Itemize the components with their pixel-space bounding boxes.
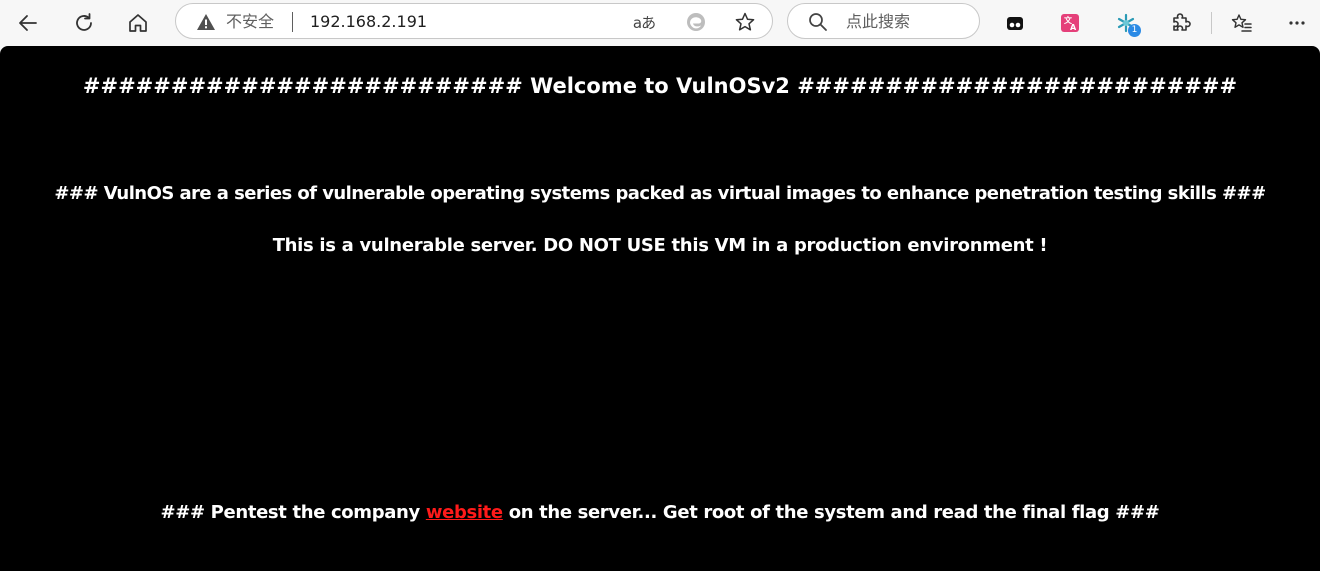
translator-extension-button[interactable]: 文 A	[1053, 6, 1087, 40]
read-aloud-icon: aあ	[632, 13, 656, 32]
toolbar-separator	[1211, 12, 1212, 34]
browser-toolbar: 不安全 192.168.2.191 aあ 点此搜索 文 A 1	[0, 0, 1320, 46]
extension-badge: 1	[1128, 24, 1141, 37]
back-arrow-icon	[19, 15, 37, 31]
page-content: ######################### Welcome to Vul…	[0, 46, 1320, 571]
search-box[interactable]	[787, 3, 980, 39]
back-button[interactable]	[11, 6, 45, 40]
home-icon	[129, 14, 147, 32]
favorites-button[interactable]	[1225, 6, 1259, 40]
edge-shopping-button[interactable]	[684, 10, 708, 34]
extension-snowflake-button[interactable]: 1	[1109, 6, 1143, 40]
url-text[interactable]: 192.168.2.191	[310, 11, 427, 33]
page-title: ######################### Welcome to Vul…	[82, 74, 1238, 98]
address-bar[interactable]: 不安全 192.168.2.191 aあ	[175, 3, 773, 39]
tab-actions-button[interactable]	[998, 6, 1032, 40]
favorites-list-icon	[1231, 14, 1252, 32]
translate-icon: 文 A	[1061, 14, 1079, 32]
svg-text:A: A	[1070, 23, 1077, 32]
more-options-icon	[1289, 21, 1305, 25]
page-description: ### VulnOS are a series of vulnerable op…	[54, 183, 1266, 204]
task-prefix-text: ### Pentest the company	[160, 502, 426, 523]
task-suffix-text: on the server... Get root of the system …	[502, 502, 1160, 523]
edge-logo-icon	[687, 13, 705, 31]
page-warning: This is a vulnerable server. DO NOT USE …	[272, 235, 1048, 256]
star-icon	[735, 12, 755, 31]
refresh-icon	[76, 13, 92, 31]
puzzle-icon	[1173, 13, 1191, 31]
security-status-label[interactable]: 不安全	[226, 11, 274, 33]
read-aloud-button[interactable]: aあ	[632, 10, 656, 34]
favorite-button[interactable]	[733, 10, 757, 34]
page-task: ### Pentest the company website on the s…	[0, 501, 1320, 525]
browser-window: 不安全 192.168.2.191 aあ 点此搜索 文 A 1 ########…	[0, 0, 1320, 571]
website-link[interactable]: website	[426, 502, 503, 523]
extensions-button[interactable]	[1163, 6, 1197, 40]
warning-triangle-icon[interactable]	[196, 12, 216, 32]
address-divider	[292, 12, 293, 32]
refresh-button[interactable]	[67, 6, 101, 40]
tab-actions-icon	[1007, 17, 1023, 30]
search-icon	[808, 12, 828, 32]
search-input[interactable]	[846, 10, 966, 32]
home-button[interactable]	[121, 6, 155, 40]
more-options-button[interactable]	[1280, 6, 1314, 40]
